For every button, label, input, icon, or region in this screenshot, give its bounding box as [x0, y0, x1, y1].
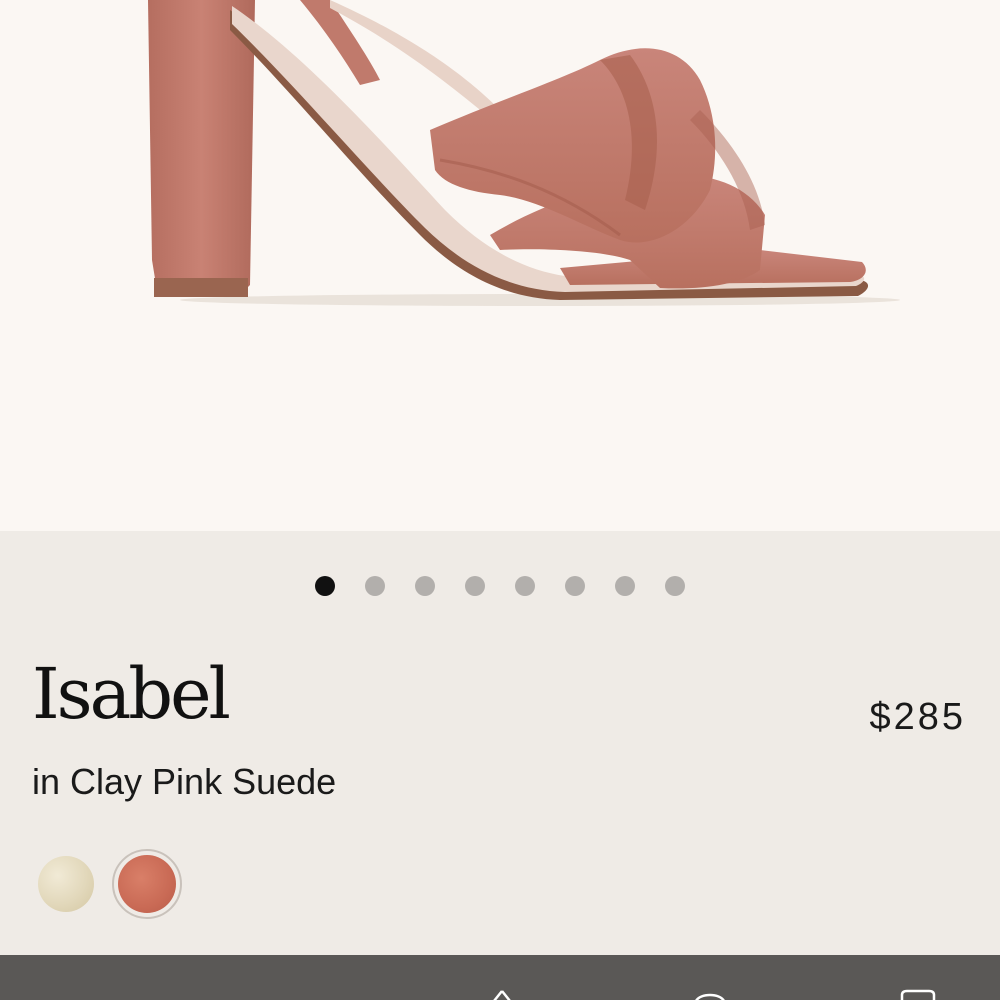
bag-icon[interactable] — [898, 989, 938, 1000]
carousel-dot[interactable] — [415, 576, 435, 596]
carousel-dot[interactable] — [465, 576, 485, 596]
carousel-dot[interactable] — [565, 576, 585, 596]
carousel-dot[interactable] — [615, 576, 635, 596]
carousel-dot[interactable] — [365, 576, 385, 596]
sandal-illustration — [148, 0, 900, 306]
product-image[interactable] — [0, 0, 1000, 531]
product-variant: in Clay Pink Suede — [32, 761, 337, 802]
carousel-indicator[interactable] — [0, 576, 1000, 596]
swatch-gold[interactable] — [38, 856, 94, 912]
carousel-dot[interactable] — [515, 576, 535, 596]
swatch-clay-pink[interactable] — [118, 855, 176, 913]
color-swatches — [38, 849, 182, 919]
carousel-dot[interactable] — [315, 576, 335, 596]
search-icon[interactable] — [690, 989, 730, 1000]
carousel-dot[interactable] — [665, 576, 685, 596]
product-price: $285 — [869, 696, 966, 738]
swatch-selected-ring[interactable] — [112, 849, 182, 919]
bottom-toolbar — [0, 955, 1000, 1000]
product-title: Isabel — [32, 653, 231, 735]
product-info-panel: Isabel $285 in Clay Pink Suede — [0, 531, 1000, 955]
home-icon[interactable] — [482, 989, 522, 1000]
